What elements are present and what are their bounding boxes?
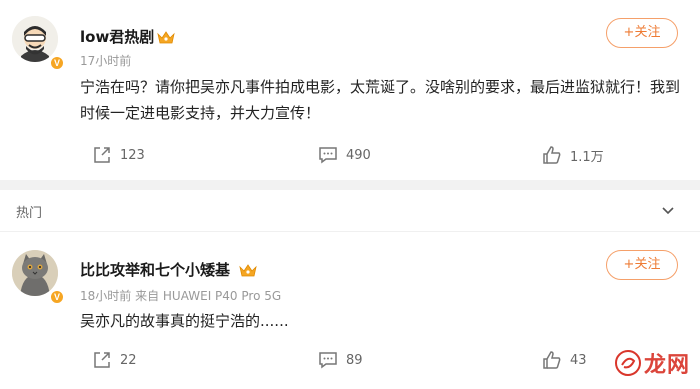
post-meta: 18小时前 来自 HUAWEI P40 Pro 5G	[80, 289, 282, 303]
share-count: 22	[120, 352, 137, 368]
comment-count: 89	[346, 352, 363, 368]
verified-badge-icon: V	[49, 289, 65, 305]
avatar[interactable]	[12, 16, 58, 62]
share-icon	[94, 352, 110, 368]
action-bar: 123 490 1.1万	[0, 145, 700, 169]
username[interactable]: low君热剧	[80, 26, 154, 47]
vip-crown-icon	[157, 31, 175, 44]
like-count: 1.1万	[570, 149, 604, 165]
section-divider	[0, 180, 700, 190]
follow-button[interactable]: +关注	[606, 18, 678, 48]
follow-button[interactable]: +关注	[606, 250, 678, 280]
share-count: 123	[120, 147, 145, 163]
post-content: 宁浩在吗？请你把吴亦凡事件拍成电影，太荒诞了。没啥别的要求，最后进监狱就行！我到…	[80, 78, 681, 122]
like-button[interactable]: 1.1万	[542, 145, 604, 165]
like-button[interactable]: 43	[542, 350, 587, 370]
comment-button[interactable]: 89	[318, 350, 363, 370]
avatar-cat-icon	[12, 250, 58, 296]
post-card-2: V 比比攻举和七个小矮基 18小时前 来自 HUAWEI P40 Pro 5G …	[0, 232, 700, 389]
avatar-cartoon-icon	[12, 16, 58, 62]
like-count: 43	[570, 352, 587, 368]
share-button[interactable]: 22	[92, 350, 137, 370]
watermark-logo-icon	[614, 350, 641, 376]
verified-badge-icon: V	[49, 55, 65, 71]
watermark: 龙网	[614, 347, 690, 379]
chevron-down-icon[interactable]	[660, 202, 676, 218]
hot-label: 热门	[16, 206, 43, 221]
action-bar: 22 89 43	[0, 350, 700, 374]
comment-button[interactable]: 490	[318, 145, 371, 165]
share-icon	[94, 147, 110, 163]
post-content: 吴亦凡的故事真的挺宁浩的......	[80, 312, 289, 330]
avatar[interactable]	[12, 250, 58, 296]
share-button[interactable]: 123	[92, 145, 145, 165]
comment-icon	[319, 147, 337, 164]
thumbs-up-icon	[543, 146, 561, 164]
vip-crown-icon	[239, 264, 257, 277]
post-card-1: V low君热剧 17小时前 +关注 宁浩在吗？请你把吴亦凡事件拍成电影，太荒诞…	[0, 0, 700, 180]
comment-count: 490	[346, 147, 371, 163]
watermark-text: 龙网	[643, 353, 690, 378]
post-time: 17小时前	[80, 54, 132, 68]
thumbs-up-icon	[543, 351, 561, 369]
username[interactable]: 比比攻举和七个小矮基	[80, 259, 230, 280]
comment-icon	[319, 352, 337, 369]
hot-comments-header[interactable]: 热门	[0, 190, 700, 232]
